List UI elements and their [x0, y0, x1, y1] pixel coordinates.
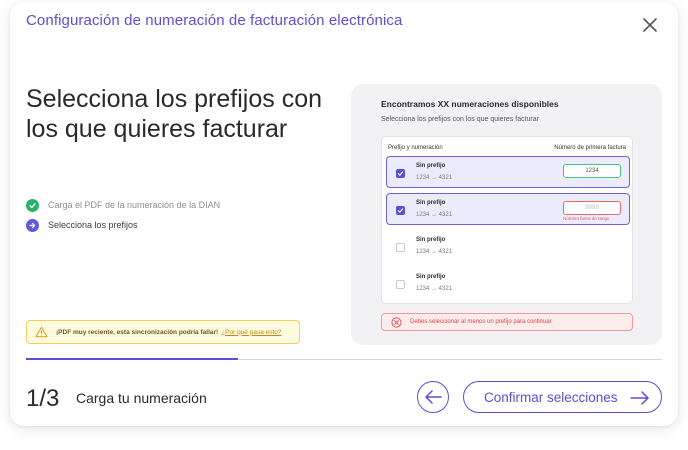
- arrow-right-icon: [630, 391, 649, 405]
- first-invoice-input[interactable]: 9999: [563, 201, 621, 215]
- step-item-upload-pdf: Carga el PDF de la numeración de la DIAN: [26, 195, 220, 215]
- row-error-text: Número fuera de rango: [563, 216, 610, 221]
- row-prefix-name: Sin prefijo: [416, 200, 446, 206]
- confirm-button-label: Confirmar selecciones: [484, 389, 618, 405]
- table-row[interactable]: Sin prefijo 1234 → 4321: [386, 230, 630, 262]
- modal-title: Configuración de numeración de facturaci…: [26, 12, 403, 29]
- confirm-selections-button[interactable]: Confirmar selecciones: [463, 381, 662, 413]
- checkbox-check-icon: [397, 171, 404, 176]
- table-row[interactable]: Sin prefijo 1234 → 4321: [386, 267, 630, 299]
- prefix-preview-panel: Encontramos XX numeraciones disponibles …: [351, 84, 662, 345]
- close-button[interactable]: [640, 15, 660, 35]
- arrow-left-icon: [425, 390, 442, 404]
- row-range: 1234 → 4321: [416, 212, 453, 218]
- first-invoice-input[interactable]: 1234: [563, 164, 621, 178]
- progress-bar: [26, 358, 662, 360]
- row-range: 1234 → 4321: [416, 175, 453, 181]
- table-row[interactable]: Sin prefijo 1234 → 4321 1234: [386, 156, 630, 188]
- row-checkbox[interactable]: [396, 243, 405, 252]
- column-header-first-invoice: Número de primera factura: [554, 145, 626, 151]
- row-range: 1234 → 4321: [416, 249, 453, 255]
- step-label: Carga el PDF de la numeración de la DIAN: [48, 200, 221, 210]
- warning-banner: ¡PDF muy reciente, esta sincronización p…: [26, 320, 300, 344]
- config-modal: Configuración de numeración de facturaci…: [10, 2, 678, 426]
- prefix-table: Prefijo y numeración Número de primera f…: [381, 136, 633, 304]
- error-message: Debes seleccionar al menos un prefijo pa…: [410, 319, 552, 325]
- progress-bar-fill: [26, 358, 238, 360]
- row-prefix-name: Sin prefijo: [416, 237, 446, 243]
- step-counter: 1/3: [26, 385, 60, 412]
- check-circle-icon: [26, 198, 39, 212]
- table-row[interactable]: Sin prefijo 1234 → 4321 9999 Número fuer…: [386, 193, 630, 225]
- preview-subtitle: Selecciona los prefijos con los que quie…: [381, 116, 539, 123]
- step-list: Carga el PDF de la numeración de la DIAN…: [26, 195, 220, 235]
- row-checkbox[interactable]: [396, 169, 405, 178]
- current-step-name: Carga tu numeración: [76, 390, 207, 406]
- warning-message: ¡PDF muy reciente, esta sincronización p…: [56, 328, 219, 336]
- error-x-circle-icon: [391, 316, 402, 328]
- close-icon: [643, 18, 657, 32]
- row-prefix-name: Sin prefijo: [416, 274, 446, 280]
- page-title: Selecciona los prefijos con los que quie…: [26, 85, 322, 143]
- arrow-right-circle-icon: [26, 218, 39, 232]
- row-prefix-name: Sin prefijo: [416, 163, 446, 169]
- step-label: Selecciona los prefijos: [48, 220, 138, 230]
- back-button[interactable]: [417, 381, 449, 413]
- row-checkbox[interactable]: [396, 206, 405, 215]
- column-header-prefix: Prefijo y numeración: [388, 145, 443, 151]
- checkbox-check-icon: [397, 208, 404, 213]
- error-banner: Debes seleccionar al menos un prefijo pa…: [381, 313, 633, 331]
- warning-help-link[interactable]: ¿Por qué pasa esto?: [221, 329, 281, 336]
- row-range: 1234 → 4321: [416, 286, 453, 292]
- warning-triangle-icon: [35, 326, 48, 338]
- preview-title: Encontramos XX numeraciones disponibles: [381, 99, 559, 109]
- row-checkbox[interactable]: [396, 280, 405, 289]
- step-item-select-prefixes: Selecciona los prefijos: [26, 215, 220, 235]
